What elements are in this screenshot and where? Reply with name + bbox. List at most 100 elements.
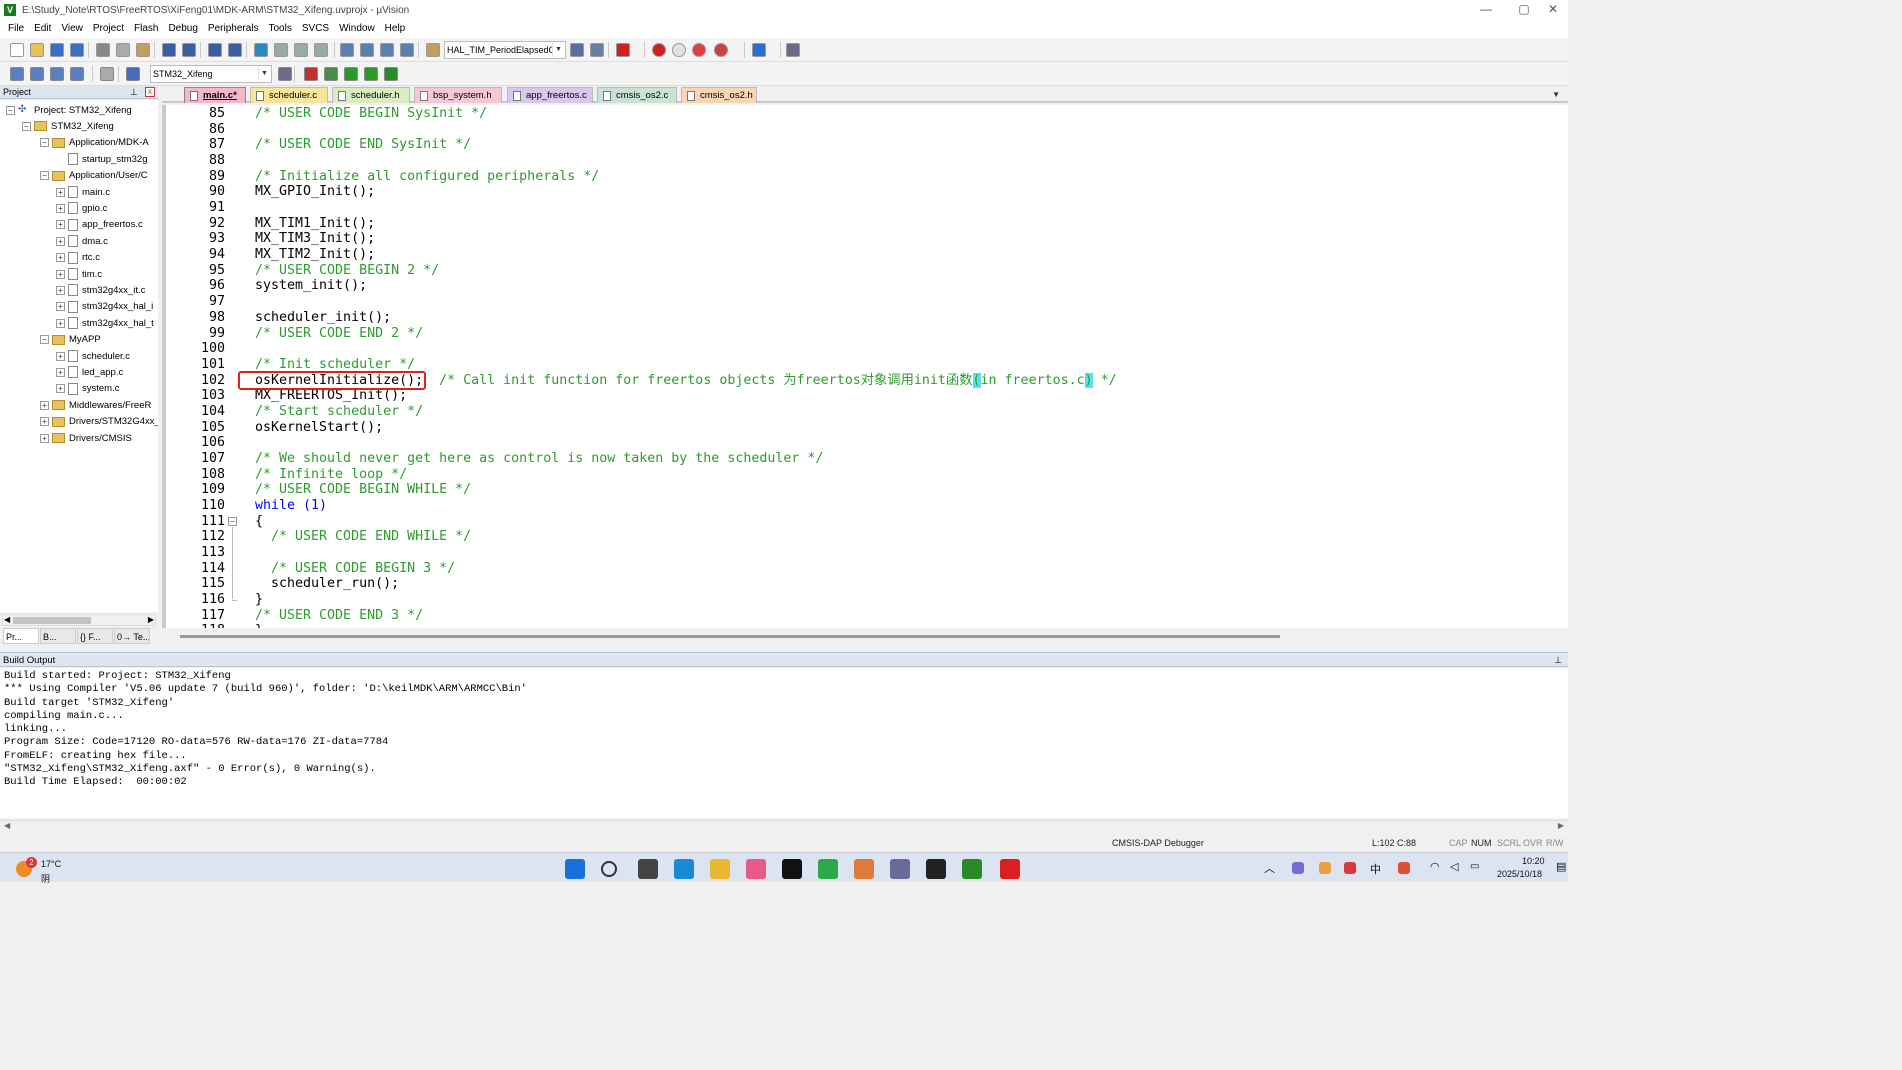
open-folder-icon[interactable]	[30, 43, 44, 57]
expand-icon[interactable]: +	[56, 253, 65, 263]
search-icon[interactable]	[601, 861, 617, 877]
expand-icon[interactable]: +	[56, 203, 65, 213]
volume-icon[interactable]: ◁	[1450, 860, 1458, 873]
menu-debug[interactable]: Debug	[163, 20, 202, 38]
tree-item[interactable]: + rtc.c	[56, 250, 100, 266]
breakpoint-icon[interactable]	[652, 43, 666, 57]
code-editor[interactable]: 85 /* USER CODE BEGIN SysInit */ 86 87 /* US…	[162, 105, 1568, 628]
kill-breakpoints-icon[interactable]	[692, 43, 706, 57]
pin-icon[interactable]: ⊥	[1554, 653, 1562, 668]
build-output-panel[interactable]: Build started: Project: STM32_Xifeng *** …	[0, 668, 1568, 818]
expand-icon[interactable]: +	[56, 384, 65, 394]
batch-build-icon[interactable]	[70, 67, 84, 81]
bookmark-icon[interactable]	[254, 43, 268, 57]
translate-icon[interactable]	[10, 67, 24, 81]
ime-language-indicator[interactable]: 中	[1370, 861, 1381, 877]
scroll-left-icon[interactable]: ◀	[4, 821, 10, 830]
tree-item[interactable]: + scheduler.c	[56, 348, 130, 364]
navigate-forward-icon[interactable]	[228, 43, 242, 57]
app-icon-cat[interactable]	[890, 859, 910, 879]
tree-item[interactable]: + Drivers/CMSIS	[40, 430, 132, 446]
indent-icon[interactable]	[340, 43, 354, 57]
menu-help[interactable]: Help	[380, 20, 411, 38]
clock-date[interactable]: 2025/10/18	[1497, 869, 1542, 879]
tree-item[interactable]: − Application/MDK-A	[40, 135, 149, 151]
menu-flash[interactable]: Flash	[129, 20, 163, 38]
minimize-button[interactable]: —	[1468, 0, 1504, 20]
expand-icon[interactable]: +	[40, 400, 49, 410]
tree-item[interactable]: + tim.c	[56, 266, 102, 282]
manage-project-items-icon[interactable]	[324, 67, 338, 81]
editor-horizontal-scrollbar[interactable]	[162, 630, 1568, 644]
scroll-left-icon[interactable]: ◀	[4, 615, 10, 624]
find-combo[interactable]: HAL_TIM_PeriodElapsedC ▼	[444, 41, 566, 59]
menu-project[interactable]: Project	[88, 20, 129, 38]
breakpoint-menu-icon[interactable]	[714, 43, 728, 57]
pin-icon[interactable]: ⊥	[130, 86, 138, 99]
tree-item[interactable]: startup_stm32g	[56, 151, 147, 167]
start-icon[interactable]	[565, 859, 585, 879]
uncomment-icon[interactable]	[400, 43, 414, 57]
scroll-thumb[interactable]	[13, 617, 91, 624]
expand-icon[interactable]: +	[40, 433, 49, 443]
tab-functions[interactable]: {} F...	[77, 628, 113, 644]
tab-app-freertos-c[interactable]: app_freertos.c	[507, 87, 593, 103]
expand-icon[interactable]: +	[56, 220, 65, 230]
menu-view[interactable]: View	[56, 20, 88, 38]
tree-item[interactable]: + app_freertos.c	[56, 217, 143, 233]
collapse-icon[interactable]: −	[6, 105, 15, 115]
qq-icon[interactable]	[782, 859, 802, 879]
tree-item[interactable]: + stm32g4xx_hal_t	[56, 315, 154, 331]
manage-components-icon[interactable]	[304, 67, 318, 81]
find-icon[interactable]	[570, 43, 584, 57]
tray-overflow-icon[interactable]: ︿	[1264, 860, 1275, 876]
tab-templates[interactable]: 0→ Te...	[114, 628, 150, 644]
rebuild-icon[interactable]	[50, 67, 64, 81]
scroll-right-icon[interactable]: ▶	[1558, 821, 1564, 830]
copy-icon[interactable]	[116, 43, 130, 57]
tree-item[interactable]: − Application/User/C	[40, 168, 148, 184]
expand-icon[interactable]: +	[40, 417, 49, 427]
tree-item[interactable]: − ✣ Project: STM32_Xifeng	[6, 102, 132, 118]
tree-item[interactable]: + gpio.c	[56, 200, 107, 216]
collapse-icon[interactable]: −	[40, 335, 49, 345]
notification-icon[interactable]: ▤	[1556, 860, 1566, 873]
tab-bsp-system-h[interactable]: bsp_system.h	[414, 87, 502, 103]
tab-list-menu-icon[interactable]: ▼	[1552, 90, 1560, 99]
task-view-icon[interactable]	[638, 859, 658, 879]
target-options-icon[interactable]	[278, 67, 292, 81]
chrome-icon[interactable]	[818, 859, 838, 879]
save-all-icon[interactable]	[70, 43, 84, 57]
prev-bookmark-icon[interactable]	[274, 43, 288, 57]
tab-project[interactable]: Pr...	[3, 628, 39, 644]
scroll-thumb[interactable]	[180, 635, 1280, 638]
app-icon-orange[interactable]	[854, 859, 874, 879]
tray-app-icon[interactable]	[1292, 862, 1304, 874]
cut-icon[interactable]	[96, 43, 110, 57]
expand-icon[interactable]: +	[56, 187, 65, 197]
redo-icon[interactable]	[182, 43, 196, 57]
navigate-back-icon[interactable]	[208, 43, 222, 57]
expand-icon[interactable]: +	[56, 367, 65, 377]
build-icon[interactable]	[30, 67, 44, 81]
expand-icon[interactable]: +	[56, 285, 65, 295]
event-recorder-icon[interactable]	[384, 67, 398, 81]
menu-edit[interactable]: Edit	[29, 20, 56, 38]
undo-icon[interactable]	[162, 43, 176, 57]
expand-icon[interactable]: +	[56, 318, 65, 328]
app-icon-pink[interactable]	[746, 859, 766, 879]
stop-build-icon[interactable]	[100, 67, 114, 81]
target-select[interactable]: STM32_Xifeng ▼	[150, 65, 272, 83]
tab-main-c[interactable]: main.c*	[184, 87, 246, 103]
tab-scheduler-h[interactable]: scheduler.h	[332, 87, 410, 103]
disable-breakpoint-icon[interactable]	[672, 43, 686, 57]
wifi-icon[interactable]: ◠	[1430, 860, 1440, 873]
menu-window[interactable]: Window	[334, 20, 380, 38]
close-button[interactable]: ✕	[1538, 0, 1568, 20]
collapse-icon[interactable]: −	[40, 171, 49, 181]
debug-session-icon[interactable]	[616, 43, 630, 57]
chevron-down-icon[interactable]: ▼	[552, 43, 564, 57]
tree-item[interactable]: + Middlewares/FreeR	[40, 397, 151, 413]
typora-icon[interactable]	[926, 859, 946, 879]
next-bookmark-icon[interactable]	[294, 43, 308, 57]
